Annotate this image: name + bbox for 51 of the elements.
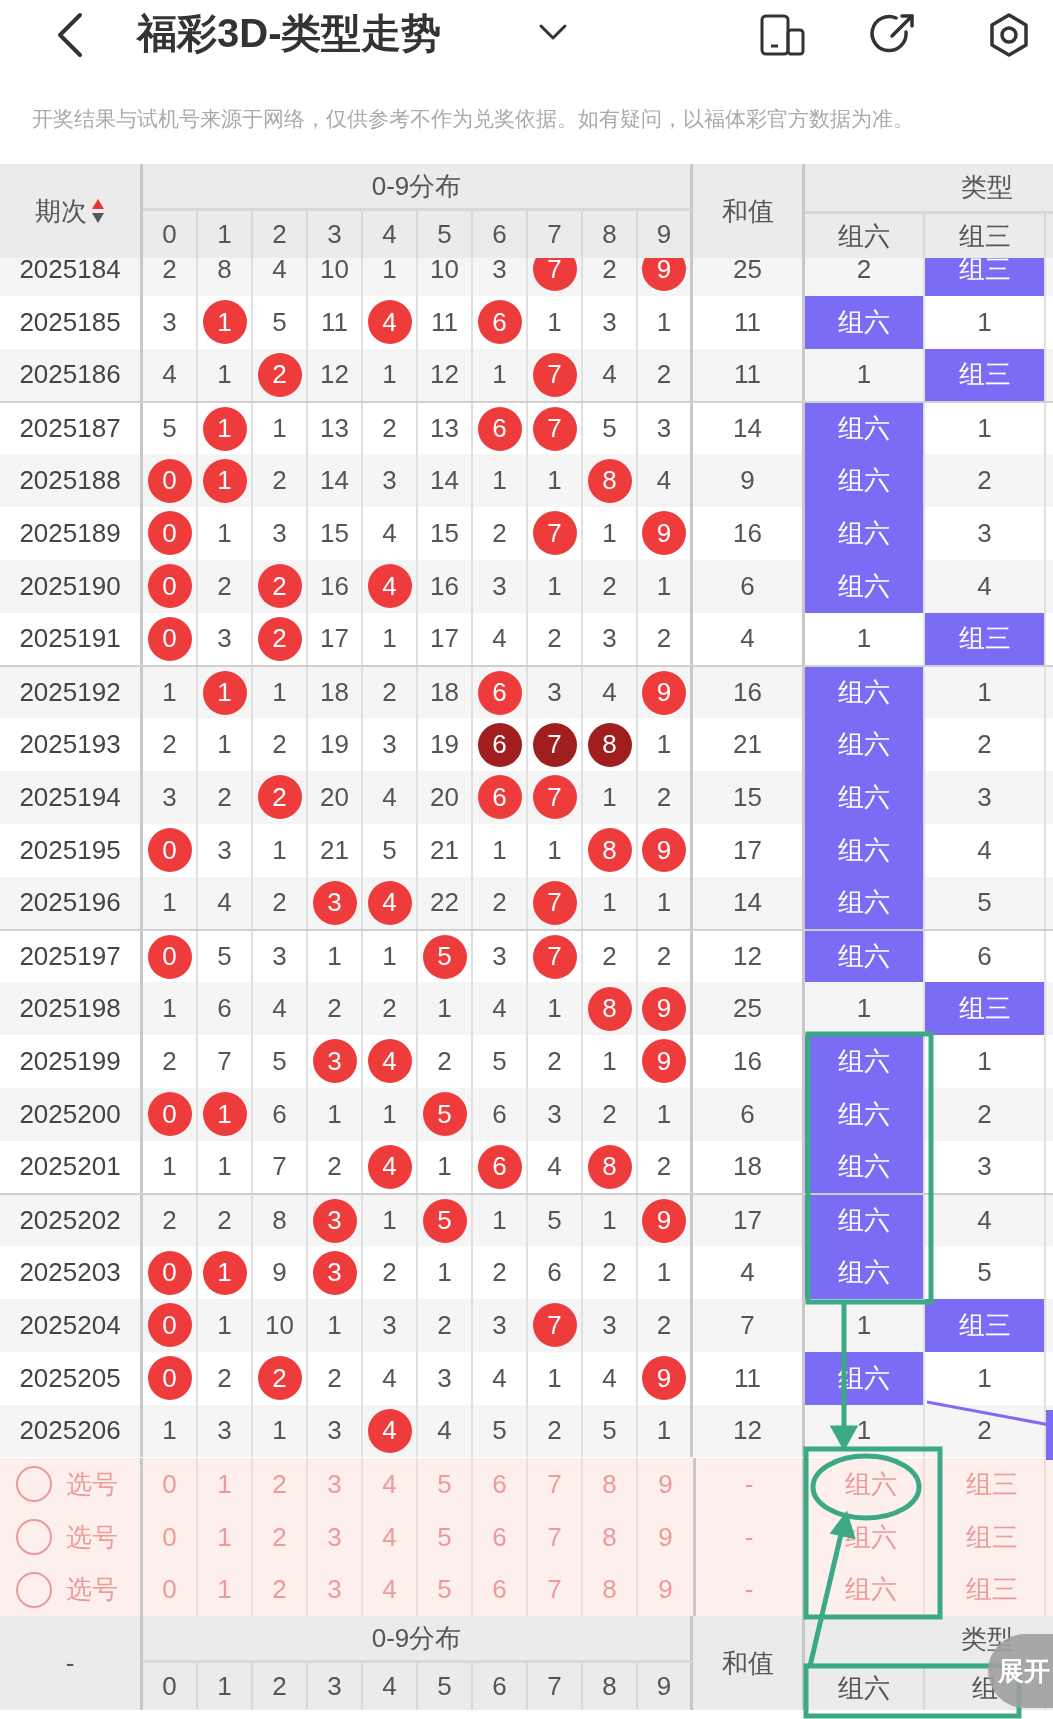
type-tag: 组六 [805,1195,925,1247]
page-title: 福彩3D-类型走势 [137,10,442,57]
type-tag: 组六 [805,667,925,719]
column-header: 0 [143,1663,198,1711]
column-header: - [65,1646,75,1680]
type-tag: 组六 [805,1140,925,1194]
column-header: 7 [528,1663,583,1711]
type-tag: 组三 [925,1298,1046,1352]
type-tag: 组六 [805,559,925,613]
column-header: 类型 [960,171,1014,204]
column-header: 0-9分布 [143,164,693,211]
number-option[interactable]: 9 [638,1458,693,1511]
column-header: 5 [418,1663,473,1711]
radio-button[interactable] [16,1466,52,1503]
type-tag: 组六 [805,403,925,455]
devices-icon[interactable] [760,14,806,56]
number-option[interactable]: 9 [638,1510,693,1564]
radio-button[interactable] [16,1519,52,1556]
type-tag: 组六 [805,507,925,560]
sort-icon[interactable] [91,197,105,225]
radio-button[interactable] [16,1572,52,1608]
column-header: 8 [583,1663,638,1711]
type-tag: 组六 [805,823,925,877]
type-tag: 组三 [925,612,1046,666]
type-tag: 组六 [805,295,925,349]
pick-label: 选号 [66,1467,118,1501]
column-header: 0-9分布 [143,1616,693,1664]
column-header: 期次 [35,194,87,228]
column-header: 2 [253,1663,308,1711]
column-header: 1 [198,1663,253,1711]
column-header: 4 [363,1663,418,1711]
disclaimer-text: 开奖结果与试机号来源于网络，仅供参考不作为兑奖依据。如有疑问，以福体彩官方数据为准。 [32,106,915,132]
type-tag: 组六 [805,1246,925,1299]
type-tag: 组六 [805,770,925,824]
type-tag: 组六 [805,454,925,507]
column-header: 6 [473,1663,528,1711]
column-header: 3 [308,1663,363,1711]
column-header: 9 [638,1663,693,1711]
number-option[interactable]: 9 [638,1563,693,1617]
type-tag: 组三 [925,348,1046,402]
type-tag: 组三 [925,258,1046,296]
type-tag: 组六 [805,876,925,930]
back-icon[interactable] [56,12,84,58]
pick-label: 选号 [66,1573,118,1607]
type-tag: 组六 [805,718,925,771]
pick-label: 选号 [66,1520,118,1554]
column-header: 和值 [693,1616,805,1711]
dropdown-icon[interactable] [538,23,568,41]
type-tag: 组三 [925,982,1046,1035]
type-tag: 组六 [805,931,925,983]
type-tag: 组六 [805,1087,925,1141]
